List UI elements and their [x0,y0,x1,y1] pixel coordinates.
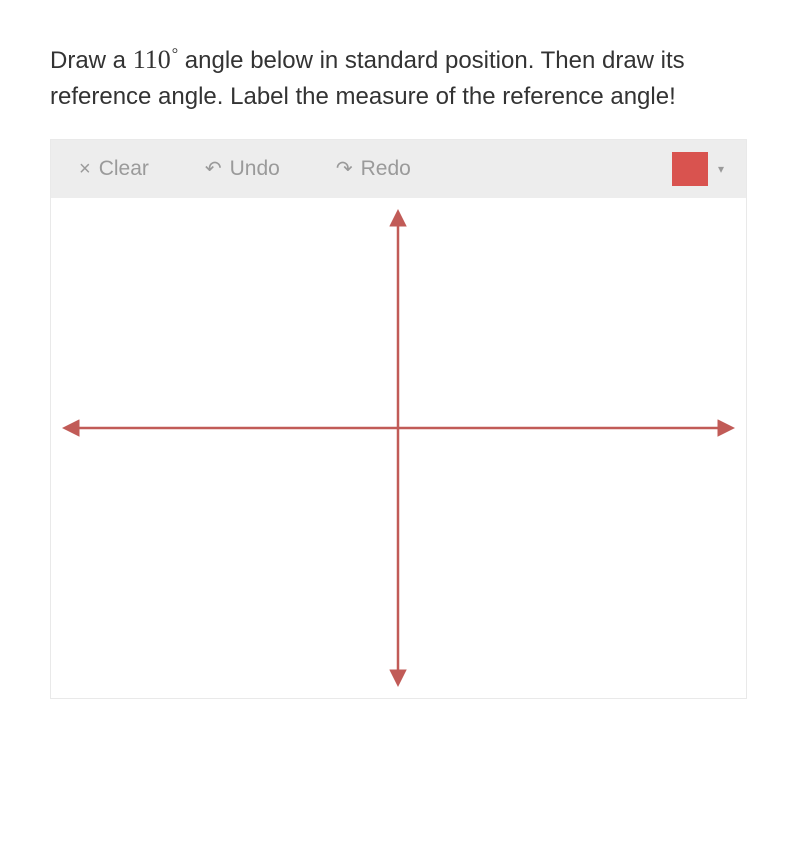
prompt-prefix: Draw a [50,47,133,74]
clear-label: Clear [99,157,149,181]
undo-button[interactable]: ↶ Undo [195,151,290,187]
angle-value: 110 [133,45,171,74]
drawing-tool: × Clear ↶ Undo ↷ Redo ▾ [50,139,747,699]
redo-button[interactable]: ↷ Redo [326,151,421,187]
drawing-canvas[interactable] [51,198,746,698]
color-swatch [672,152,708,186]
undo-label: Undo [230,157,280,181]
redo-icon: ↷ [336,159,353,179]
color-picker[interactable]: ▾ [672,152,728,186]
question-prompt: Draw a 110° angle below in standard posi… [50,40,747,115]
close-icon: × [79,159,91,179]
clear-button[interactable]: × Clear [69,151,159,187]
toolbar: × Clear ↶ Undo ↷ Redo ▾ [51,140,746,198]
undo-icon: ↶ [205,159,222,179]
redo-label: Redo [361,157,411,181]
axes-svg [51,198,746,698]
chevron-down-icon: ▾ [718,162,724,176]
